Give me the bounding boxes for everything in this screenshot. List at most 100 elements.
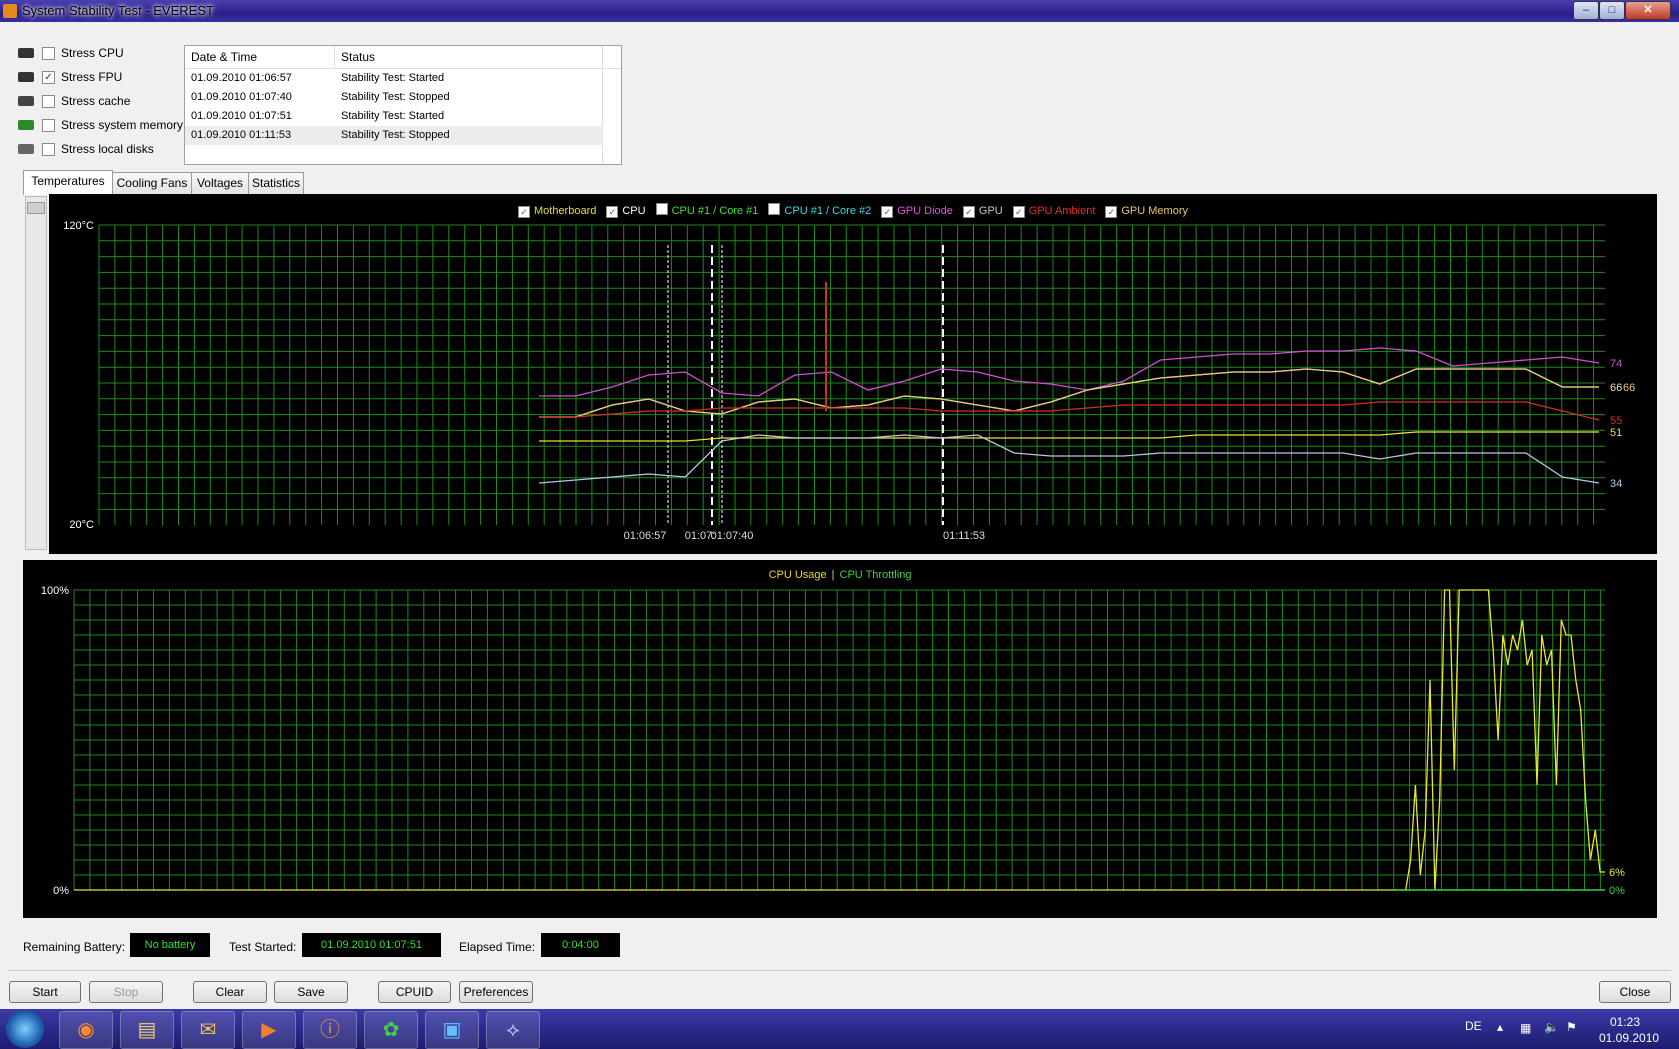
start-button[interactable]: Start [9, 981, 81, 1003]
battery-label: Remaining Battery: [23, 940, 126, 954]
y-axis-max-label: 120°C [63, 220, 94, 232]
graph-scrollbar[interactable] [25, 196, 47, 550]
test-started-label: Test Started: [229, 940, 297, 954]
log-status: Stability Test: Stopped [341, 91, 450, 103]
app-icon [3, 4, 17, 18]
log-table[interactable]: Date & Time Status 01.09.2010 01:06:57 St… [184, 45, 622, 165]
cpu-chip-icon [18, 48, 34, 58]
option-label: Stress cache [61, 94, 131, 108]
log-date: 01.09.2010 01:11:53 [191, 129, 292, 141]
column-header-status[interactable]: Status [341, 50, 375, 64]
network-icon[interactable]: ▦ [1520, 1021, 1531, 1035]
tab-temperatures[interactable]: Temperatures [23, 170, 113, 195]
option-label: Stress local disks [61, 142, 154, 156]
fpu-chip-icon [18, 72, 34, 82]
stop-button[interactable]: Stop [89, 981, 163, 1003]
stress-option-4[interactable]: Stress local disks [18, 139, 154, 159]
title-bar[interactable]: System Stability Test - EVEREST – □ ✕ [0, 0, 1679, 22]
stress-option-1[interactable]: ✓ Stress FPU [18, 67, 122, 87]
checkbox[interactable] [42, 94, 55, 108]
maximize-button[interactable]: □ [1599, 1, 1625, 20]
taskbar-button[interactable]: ✿ [364, 1011, 418, 1049]
series-end-label: 51 [1610, 427, 1622, 439]
series-end-label: 34 [1610, 478, 1622, 490]
series-end-label: 66 [1623, 382, 1635, 394]
everest-info-icon: ⓘ [320, 1019, 340, 1041]
stress-option-2[interactable]: Stress cache [18, 91, 130, 111]
tab-voltages[interactable]: Voltages [191, 172, 249, 194]
media-player-icon: ▶ [261, 1019, 277, 1041]
y-axis-min-label: 20°C [69, 519, 94, 531]
temperature-plot: 120°C20°C01:06:57 01:07:01:07:40 01:11:537… [63, 220, 1635, 542]
option-label: Stress FPU [61, 70, 123, 84]
clear-button[interactable]: Clear [193, 981, 267, 1003]
checkbox[interactable] [42, 46, 55, 60]
x-marker-label: 01:07:40 [711, 530, 754, 542]
log-row[interactable]: 01.09.2010 01:07:51 Stability Test: Start… [185, 107, 603, 126]
save-button[interactable]: Save [274, 981, 348, 1003]
volume-icon[interactable]: 🔈 [1544, 1020, 1559, 1034]
taskbar-button[interactable]: ✉ [181, 1011, 235, 1049]
tray-expand-icon[interactable]: ▴ [1497, 1020, 1503, 1034]
cpuid-button[interactable]: CPUID [378, 981, 451, 1003]
series-end-label: 66 [1610, 382, 1622, 394]
log-date: 01.09.2010 01:06:57 [191, 72, 292, 84]
language-indicator[interactable]: DE [1465, 1019, 1482, 1033]
memory-module-icon [18, 120, 34, 130]
windows-start-icon[interactable] [6, 1010, 44, 1048]
x-marker-label: 01:11:53 [943, 530, 985, 542]
icq-flower-icon: ✿ [382, 1019, 400, 1041]
taskbar-button[interactable]: ⟡ [486, 1011, 540, 1049]
column-header-date[interactable]: Date & Time [191, 50, 257, 64]
window-title: System Stability Test - EVEREST [22, 3, 214, 18]
mail-icon: ✉ [199, 1019, 217, 1041]
cpu-throttling-end-label: 0% [1609, 885, 1625, 897]
log-date: 01.09.2010 01:07:51 [191, 110, 292, 122]
scrollbar-thumb[interactable] [27, 202, 45, 214]
log-header: Date & Time Status [185, 46, 621, 164]
stress-option-0[interactable]: Stress CPU [18, 43, 124, 63]
series-end-label: 74 [1610, 358, 1622, 370]
taskbar-button[interactable]: ▶ [242, 1011, 296, 1049]
minimize-button[interactable]: – [1573, 1, 1599, 20]
x-marker-label: 01:06:57 [624, 530, 667, 542]
firefox-icon: ◉ [77, 1019, 95, 1041]
window-close-button[interactable]: ✕ [1625, 1, 1671, 20]
option-label: Stress system memory [61, 118, 184, 132]
taskbar-button[interactable]: ◉ [59, 1011, 113, 1049]
checkbox[interactable]: ✓ [42, 70, 55, 84]
action-center-flag-icon[interactable]: ⚑ [1566, 1020, 1577, 1034]
log-status: Stability Test: Started [341, 110, 445, 122]
checkbox[interactable] [42, 142, 55, 156]
explorer-folder-icon: ▤ [137, 1019, 157, 1041]
preferences-button[interactable]: Preferences [459, 981, 533, 1003]
taskbar-button[interactable]: ⓘ [303, 1011, 357, 1049]
checkbox[interactable] [42, 118, 55, 132]
cpu-usage-end-label: 6% [1609, 867, 1625, 879]
cpu-usage-graph: CPU Usage | CPU Throttling 100% 0% 6% 0% [23, 560, 1657, 918]
taskbar-button[interactable]: ▣ [425, 1011, 479, 1049]
elapsed-time-label: Elapsed Time: [459, 940, 536, 954]
elapsed-time-value: 0:04:00 [541, 933, 620, 957]
cache-chip-icon [18, 96, 34, 106]
clock-date[interactable]: 01.09.2010 [1599, 1031, 1659, 1045]
separator [8, 970, 1671, 971]
battery-value: No battery [130, 933, 210, 957]
log-row[interactable]: 01.09.2010 01:11:53 Stability Test: Stopp… [185, 126, 603, 145]
series-end-label: 55 [1610, 415, 1622, 427]
tab-statistics[interactable]: Statistics [248, 172, 304, 194]
y-axis-min-label: 0% [53, 885, 69, 897]
taskbar-button[interactable]: ▤ [120, 1011, 174, 1049]
clock-time[interactable]: 01:23 [1610, 1015, 1640, 1029]
log-status: Stability Test: Stopped [341, 129, 450, 141]
close-button[interactable]: Close [1599, 981, 1671, 1003]
cpu-usage-plot: 100% 0% 6% 0% [41, 585, 1625, 897]
test-started-value: 01.09.2010 01:07:51 [302, 933, 441, 957]
log-status: Stability Test: Started [341, 72, 445, 84]
temperature-graph: ✓ Motherboard ✓ CPU CPU #1 / Core #1 CPU #1 /… [49, 194, 1657, 554]
tab-cooling-fans[interactable]: Cooling Fans [112, 172, 192, 194]
log-row[interactable]: 01.09.2010 01:07:40 Stability Test: Stopp… [185, 88, 603, 107]
stability-test-icon: ⟡ [506, 1019, 520, 1041]
log-row[interactable]: 01.09.2010 01:06:57 Stability Test: Start… [185, 69, 603, 88]
stress-option-3[interactable]: Stress system memory [18, 115, 183, 135]
